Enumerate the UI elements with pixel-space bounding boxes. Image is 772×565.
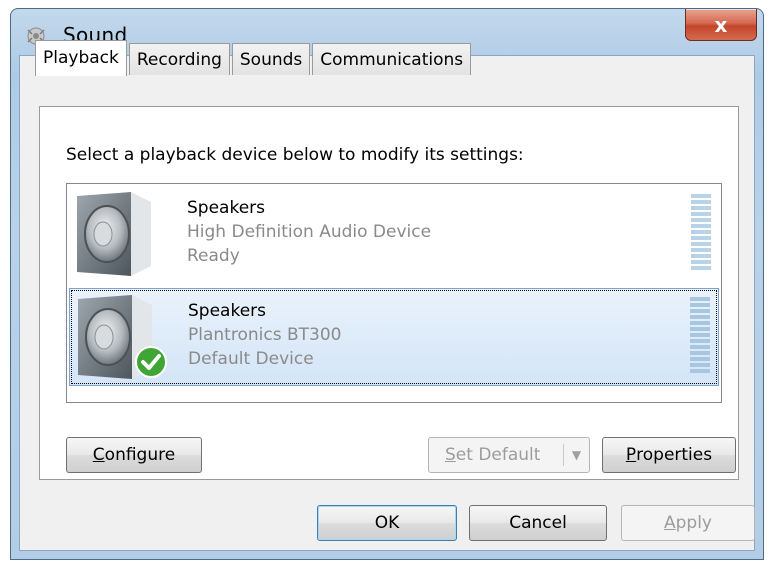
apply-button[interactable]: Apply	[621, 505, 755, 541]
tab-sounds[interactable]: Sounds	[231, 43, 311, 75]
tab-strip: Playback Recording Sounds Communications	[35, 39, 473, 76]
set-default-accel: S	[445, 445, 456, 465]
ok-button[interactable]: OK	[317, 505, 457, 541]
playback-panel: Select a playback device below to modify…	[39, 106, 739, 480]
device-name: Speakers	[188, 301, 267, 321]
tab-playback[interactable]: Playback	[35, 40, 127, 76]
instruction-text: Select a playback device below to modify…	[66, 145, 524, 165]
properties-button[interactable]: Properties	[602, 437, 736, 473]
device-description: High Definition Audio Device	[187, 222, 432, 242]
level-meter	[691, 194, 711, 274]
set-default-button[interactable]: Set Default ▼	[428, 437, 590, 473]
device-description: Plantronics BT300	[188, 325, 342, 345]
device-text: Speakers Plantronics BT300 Default Devic…	[188, 299, 341, 371]
properties-accel: P	[625, 445, 637, 465]
device-status: Ready	[187, 246, 240, 266]
configure-label: onfigure	[104, 445, 176, 465]
device-list[interactable]: Speakers High Definition Audio Device Re…	[66, 183, 722, 403]
close-button[interactable]: x	[685, 9, 757, 41]
configure-accel: C	[92, 445, 105, 465]
properties-label: roperties	[636, 445, 713, 465]
device-name: Speakers	[187, 198, 266, 218]
level-meter	[690, 297, 710, 377]
dropdown-arrow-icon[interactable]: ▼	[563, 444, 589, 466]
default-check-icon	[135, 346, 167, 378]
cancel-button[interactable]: Cancel	[469, 505, 607, 541]
apply-label: pply	[675, 513, 712, 533]
sound-dialog-window: Sound x Playback Recording Sounds Commun…	[10, 8, 764, 560]
apply-accel: A	[663, 513, 676, 533]
set-default-label: et Default	[455, 445, 541, 465]
device-text: Speakers High Definition Audio Device Re…	[187, 196, 431, 268]
device-status: Default Device	[188, 349, 314, 369]
tab-recording[interactable]: Recording	[128, 43, 230, 75]
tab-communications[interactable]: Communications	[312, 43, 472, 75]
speaker-icon	[77, 192, 151, 276]
close-icon: x	[714, 12, 728, 37]
configure-button[interactable]: Configure	[66, 437, 202, 473]
device-item-hd-audio[interactable]: Speakers High Definition Audio Device Re…	[69, 186, 719, 284]
device-item-plantronics[interactable]: Speakers Plantronics BT300 Default Devic…	[69, 288, 719, 386]
